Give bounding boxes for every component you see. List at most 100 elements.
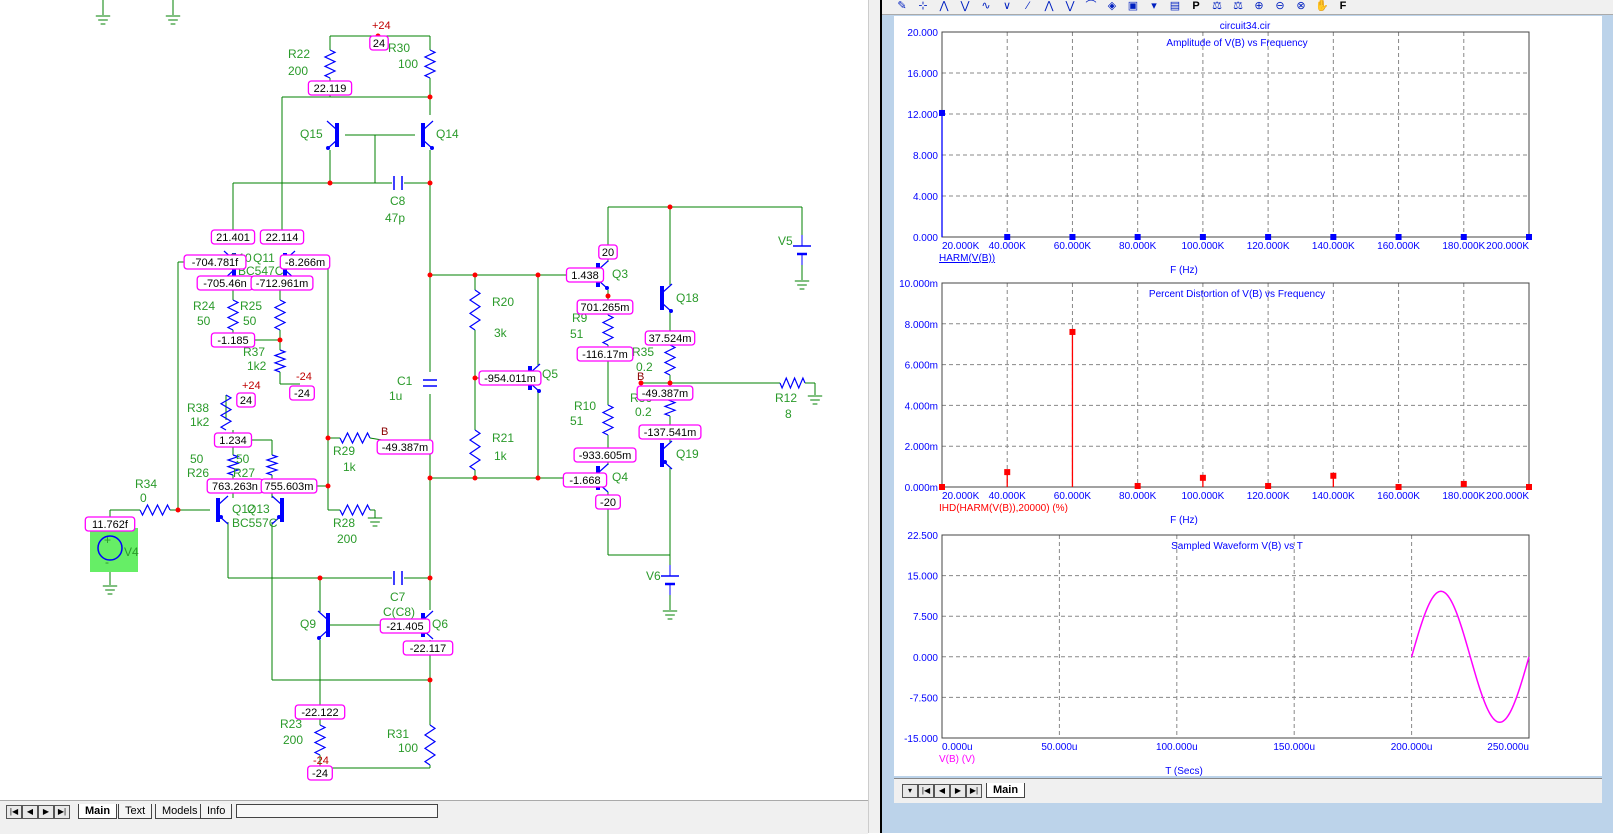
node-voltage-label[interactable]: -954.011m bbox=[478, 370, 542, 386]
resistor[interactable] bbox=[226, 299, 240, 331]
first-tab-button[interactable]: |◀ bbox=[6, 805, 22, 819]
node-voltage-label[interactable]: -49.387m bbox=[376, 439, 434, 455]
high-icon[interactable]: ∿ bbox=[978, 0, 994, 13]
node-voltage-label[interactable]: -22.122 bbox=[294, 704, 346, 720]
resistor[interactable] bbox=[601, 314, 615, 346]
resistor[interactable] bbox=[273, 299, 287, 331]
transistor[interactable] bbox=[216, 495, 229, 525]
node-voltage-label[interactable]: -1.185 bbox=[210, 332, 256, 348]
f-icon[interactable]: F bbox=[1335, 0, 1351, 13]
node-voltage-label[interactable]: 20 bbox=[598, 244, 618, 260]
resistor[interactable] bbox=[339, 431, 371, 445]
node-voltage-label[interactable]: 22.119 bbox=[307, 80, 353, 96]
tab-main[interactable]: Main bbox=[78, 804, 118, 819]
last-tab-button[interactable]: ▶| bbox=[54, 805, 70, 819]
schematic-canvas[interactable]: +-R22200R30100Q15Q14C847pQ10BC547CQ11R24… bbox=[0, 0, 868, 800]
peak-icon[interactable]: ⋀ bbox=[936, 0, 952, 13]
next-tab-button[interactable]: ▶ bbox=[38, 805, 54, 819]
resistor[interactable] bbox=[339, 503, 371, 517]
resistor[interactable] bbox=[313, 724, 327, 756]
resistor[interactable] bbox=[423, 49, 437, 79]
node-voltage-label[interactable]: 22.114 bbox=[259, 229, 305, 245]
node-voltage-label[interactable]: 11.762f bbox=[84, 516, 136, 532]
transistor[interactable] bbox=[421, 120, 434, 150]
node-voltage-label[interactable]: -24 bbox=[307, 765, 333, 781]
low-icon[interactable]: ∨ bbox=[999, 0, 1015, 13]
edit-icon[interactable]: ✎ bbox=[894, 0, 910, 13]
node-voltage-label[interactable]: 701.265m bbox=[576, 299, 634, 315]
analysis-charts[interactable]: circuit34.cir 20.000K 40.000K 60.000K 80.00… bbox=[894, 16, 1602, 776]
component-ref-r25: R25 bbox=[240, 299, 262, 313]
node-voltage-label[interactable]: -1.668 bbox=[562, 472, 608, 488]
node-voltage-label[interactable]: -22.117 bbox=[402, 640, 454, 656]
node-voltage-label[interactable]: 1.234 bbox=[213, 432, 253, 448]
resistor[interactable] bbox=[468, 289, 482, 331]
transistor[interactable] bbox=[660, 440, 673, 470]
node-voltage-label[interactable]: 37.524m bbox=[644, 330, 696, 346]
node-voltage-label[interactable]: 24 bbox=[369, 35, 389, 51]
node-voltage-label[interactable]: -705.46n bbox=[196, 275, 254, 291]
node-voltage-label[interactable]: -116.17m bbox=[576, 346, 634, 362]
tag-icon[interactable]: ◈ bbox=[1104, 0, 1120, 13]
tab-models[interactable]: Models bbox=[155, 804, 205, 819]
last-tab-button[interactable]: ▶| bbox=[966, 784, 982, 798]
junction-dot bbox=[175, 507, 181, 513]
inflection-icon[interactable]: ⁄ bbox=[1020, 0, 1036, 13]
node-voltage-label[interactable]: -933.605m bbox=[573, 447, 637, 463]
slope-icon[interactable]: ⌒ bbox=[1083, 0, 1099, 13]
horizontal-scrollbar[interactable] bbox=[236, 804, 438, 818]
resistor[interactable] bbox=[468, 429, 482, 471]
resistor[interactable] bbox=[265, 454, 279, 476]
prev-tab-button[interactable]: ◀ bbox=[22, 805, 38, 819]
p-icon[interactable]: P bbox=[1188, 0, 1204, 13]
node-voltage-label[interactable]: -24 bbox=[289, 385, 315, 401]
table-icon[interactable]: ▤ bbox=[1167, 0, 1183, 13]
zoom-in-icon[interactable]: ⊕ bbox=[1251, 0, 1267, 13]
global-low-icon[interactable]: ⋁ bbox=[1062, 0, 1078, 13]
node-voltage-label[interactable]: -712.961m bbox=[250, 275, 314, 291]
scale-icon[interactable]: ⚖ bbox=[1209, 0, 1225, 13]
transistor[interactable] bbox=[660, 283, 673, 313]
node-voltage-label[interactable]: -20 bbox=[595, 494, 621, 510]
scale2-icon[interactable]: ⚖ bbox=[1230, 0, 1246, 13]
prev-tab-button[interactable]: ◀ bbox=[934, 784, 950, 798]
next-tab-button[interactable]: ▶ bbox=[950, 784, 966, 798]
zoom-out-icon[interactable]: ⊖ bbox=[1272, 0, 1288, 13]
first-tab-button[interactable]: |◀ bbox=[918, 784, 934, 798]
pan-icon[interactable]: ✋ bbox=[1314, 0, 1330, 13]
node-voltage-label[interactable]: 1.438 bbox=[565, 267, 605, 283]
resistor[interactable] bbox=[139, 503, 171, 517]
node-voltage-label[interactable]: 24 bbox=[236, 392, 256, 408]
component-ref-q18: Q18 bbox=[676, 291, 699, 305]
x-tick-label: 100.000K bbox=[1181, 241, 1224, 252]
plot-tab-main[interactable]: Main bbox=[986, 783, 1026, 798]
resistor[interactable] bbox=[663, 344, 677, 376]
resistor[interactable] bbox=[423, 724, 437, 766]
resistor[interactable] bbox=[323, 49, 337, 79]
node-voltage-label[interactable]: -137.541m bbox=[638, 424, 702, 440]
transistor[interactable] bbox=[317, 610, 330, 640]
node-voltage-label[interactable]: -8.266m bbox=[279, 254, 331, 270]
resistor[interactable] bbox=[273, 349, 287, 373]
node-voltage-label[interactable]: -49.387m bbox=[636, 385, 694, 401]
node-voltage-label[interactable]: 21.401 bbox=[210, 229, 256, 245]
node-voltage-value: -116.17m bbox=[582, 349, 628, 361]
node-voltage-label[interactable]: 763.263n bbox=[206, 478, 264, 494]
dropdown-icon[interactable]: ▾ bbox=[1146, 0, 1162, 13]
resistor[interactable] bbox=[601, 404, 615, 436]
resistor[interactable] bbox=[779, 376, 806, 390]
global-high-icon[interactable]: ⋀ bbox=[1041, 0, 1057, 13]
3d-icon[interactable]: ▣ bbox=[1125, 0, 1141, 13]
zoom-box-icon[interactable]: ⊗ bbox=[1293, 0, 1309, 13]
resistor[interactable] bbox=[219, 394, 233, 431]
valley-icon[interactable]: ⋁ bbox=[957, 0, 973, 13]
tab-text[interactable]: Text bbox=[118, 804, 153, 819]
tab-menu-button[interactable]: ▾ bbox=[902, 784, 918, 798]
component-ref-r28: R28 bbox=[333, 516, 355, 530]
node-voltage-label[interactable]: 755.603m bbox=[260, 478, 318, 494]
cursor-icon[interactable]: ⊹ bbox=[915, 0, 931, 13]
transistor[interactable] bbox=[326, 120, 339, 150]
node-voltage-label[interactable]: -704.781f bbox=[183, 254, 247, 270]
tab-info[interactable]: Info bbox=[200, 804, 233, 819]
node-voltage-label[interactable]: -21.405 bbox=[379, 618, 431, 634]
